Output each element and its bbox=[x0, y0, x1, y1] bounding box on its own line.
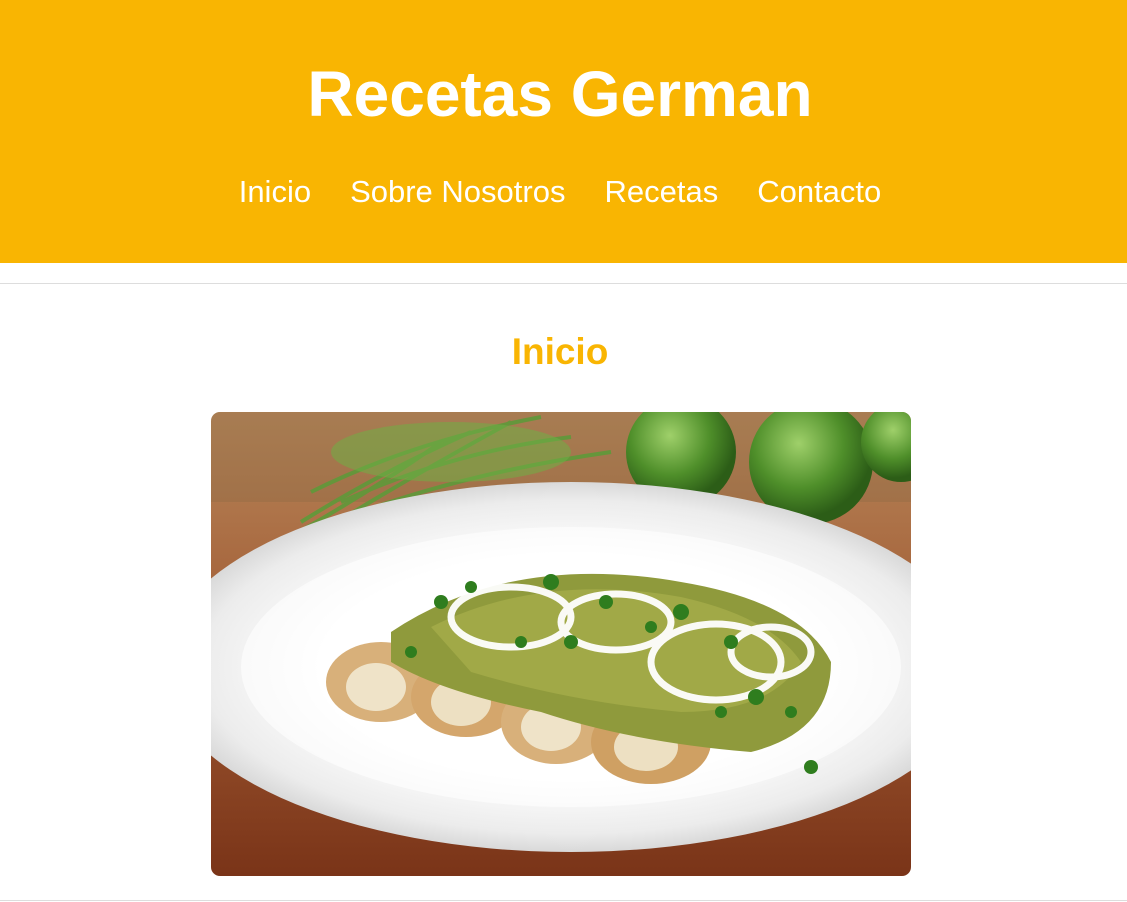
nav-link-recetas[interactable]: Recetas bbox=[604, 173, 718, 211]
main-nav: Inicio Sobre Nosotros Recetas Contacto bbox=[0, 173, 1120, 211]
enchiladas-photo bbox=[211, 412, 911, 876]
nav-link-inicio[interactable]: Inicio bbox=[239, 173, 311, 211]
hero-image bbox=[211, 412, 911, 876]
top-divider bbox=[0, 283, 1127, 284]
site-title: Recetas German bbox=[307, 58, 813, 130]
page-heading: Inicio bbox=[511, 331, 609, 372]
nav-link-contacto[interactable]: Contacto bbox=[757, 173, 881, 211]
site-header: Recetas German Inicio Sobre Nosotros Rec… bbox=[0, 0, 1127, 263]
bottom-divider bbox=[0, 900, 1127, 901]
nav-link-sobre-nosotros[interactable]: Sobre Nosotros bbox=[350, 173, 565, 211]
